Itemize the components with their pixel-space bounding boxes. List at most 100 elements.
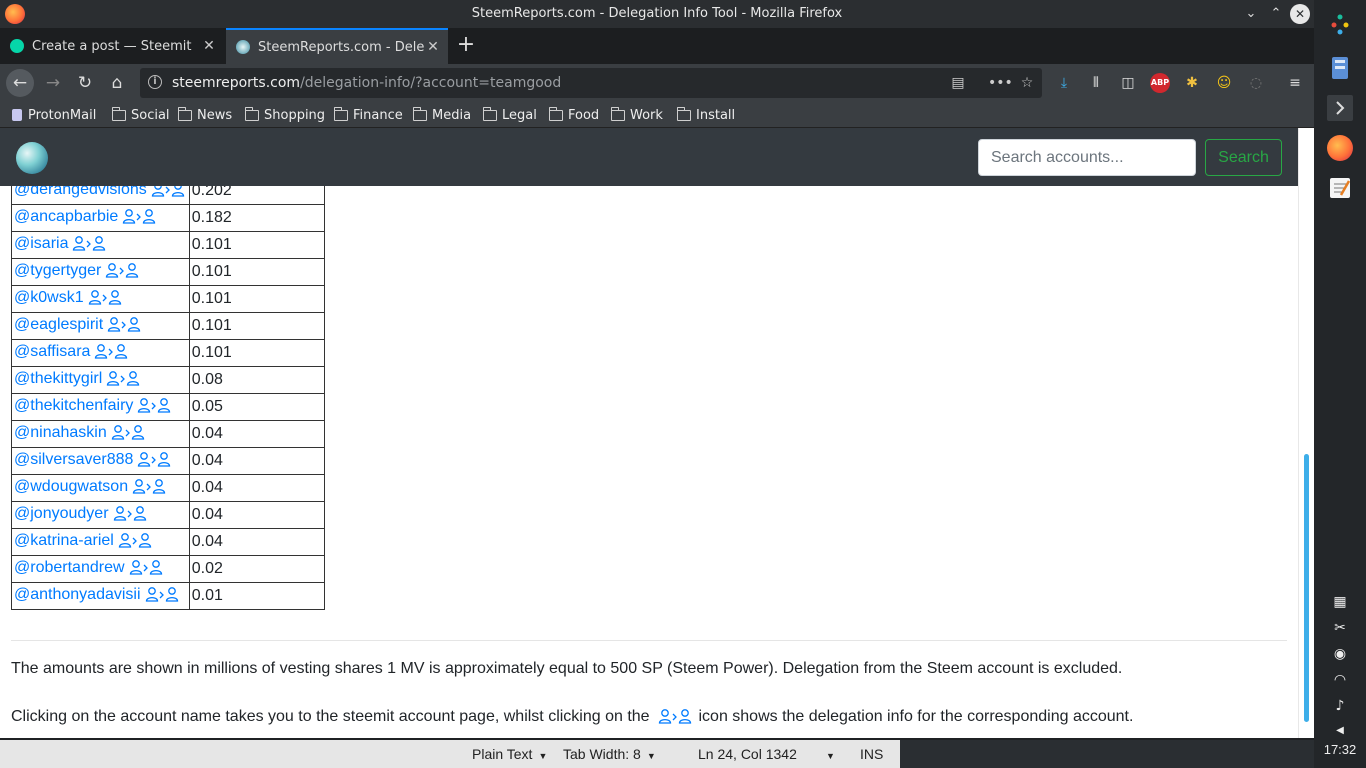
account-link[interactable]: @k0wsk1 (14, 289, 84, 306)
bookmark-protonmail[interactable]: ProtonMail (12, 106, 96, 124)
search-accounts-input[interactable] (978, 139, 1196, 176)
site-info-icon[interactable]: i (148, 75, 162, 89)
text-editor-task-icon[interactable] (1327, 175, 1353, 201)
downloads-icon[interactable]: ⤓ (1054, 73, 1074, 93)
app-launcher-icon[interactable] (1327, 10, 1353, 36)
folder-icon (413, 106, 427, 121)
reader-view-icon[interactable]: ▤ (948, 73, 968, 93)
discord-icon[interactable]: ◉ (1331, 645, 1349, 663)
tab-steemreports[interactable]: SteemReports.com - Deleg ✕ (226, 28, 448, 64)
amount-cell: 0.04 (188, 474, 325, 502)
delegation-info-icon[interactable] (118, 532, 154, 553)
sidebar-icon[interactable]: ◫ (1118, 73, 1138, 93)
tray-expand-icon[interactable]: ◀ (1331, 722, 1349, 740)
delegation-info-icon[interactable] (107, 316, 143, 337)
account-link[interactable]: @eaglespirit (14, 316, 103, 333)
search-button[interactable]: Search (1205, 139, 1282, 176)
extension-icon[interactable]: ✱ (1182, 73, 1202, 93)
scissors-icon[interactable]: ✂ (1331, 619, 1349, 637)
account-link[interactable]: @ancapbarbie (14, 208, 118, 225)
delegation-info-icon[interactable] (145, 586, 181, 607)
cursor-position-dropdown-icon[interactable]: ▼ (820, 746, 835, 762)
url-bar[interactable]: i steemreports.com/delegation-info/?acco… (140, 68, 1042, 98)
account-link[interactable]: @isaria (14, 235, 68, 252)
pager-icon[interactable] (1327, 55, 1353, 81)
reload-button[interactable]: ↻ (71, 69, 99, 97)
page-scrollbar[interactable] (1298, 128, 1314, 738)
url-text[interactable]: steemreports.com/delegation-info/?accoun… (172, 75, 561, 91)
bookmark-star-icon[interactable]: ☆ (1017, 73, 1037, 93)
delegation-info-icon[interactable] (94, 343, 130, 364)
bookmark-folder-food[interactable]: Food (549, 106, 599, 124)
desktop-panel: ▦ ✂ ◉ ◠ ♪ ◀ 17:32 (1314, 0, 1366, 768)
emoji-extension-icon[interactable]: ☺ (1214, 73, 1234, 93)
tab-width-selector[interactable]: Tab Width: 8 ▼ (563, 746, 656, 762)
amount-cell: 0.04 (188, 447, 325, 475)
account-link[interactable]: @ninahaskin (14, 424, 107, 441)
account-link[interactable]: @saffisara (14, 343, 90, 360)
dropdown-arrow-icon: ▼ (538, 751, 548, 761)
clock[interactable]: 17:32 (1314, 742, 1366, 757)
bookmark-folder-social[interactable]: Social (112, 106, 170, 124)
delegation-info-icon[interactable] (129, 559, 165, 580)
page-actions-icon[interactable]: ••• (988, 73, 1013, 93)
account-link[interactable]: @wdougwatson (14, 478, 128, 495)
mode-selector[interactable]: Plain Text ▼ (472, 746, 547, 762)
bookmark-folder-install[interactable]: Install (677, 106, 735, 124)
account-link[interactable]: @robertandrew (14, 559, 125, 576)
tab-label: Create a post — Steemit (32, 38, 192, 54)
bookmark-folder-news[interactable]: News (178, 106, 232, 124)
site-navbar: Search (0, 128, 1298, 186)
delegation-info-icon[interactable] (137, 397, 173, 418)
account-link[interactable]: @katrina-ariel (14, 532, 114, 549)
close-window-button[interactable]: ✕ (1290, 4, 1310, 24)
forward-button[interactable]: → (39, 69, 67, 97)
delegation-info-icon[interactable] (113, 505, 149, 526)
firefox-task-icon[interactable] (1327, 135, 1353, 161)
delegation-info-icon[interactable] (122, 208, 158, 229)
account-link[interactable]: @thekitchenfairy (14, 397, 133, 414)
table-row: @thekitchenfairy 0.05 (11, 393, 325, 421)
amount-cell: 0.04 (188, 501, 325, 529)
close-tab-icon[interactable]: ✕ (424, 39, 442, 55)
bookmark-folder-media[interactable]: Media (413, 106, 471, 124)
maximize-button[interactable]: ⌃ (1266, 4, 1286, 24)
new-tab-button[interactable]: + (454, 32, 478, 60)
delegation-info-icon[interactable] (137, 451, 173, 472)
bookmark-folder-shopping[interactable]: Shopping (245, 106, 325, 124)
bookmark-folder-work[interactable]: Work (611, 106, 663, 124)
menu-icon[interactable]: ≡ (1285, 73, 1305, 93)
clipboard-icon[interactable]: ▦ (1331, 593, 1349, 611)
delegation-info-icon[interactable] (106, 370, 142, 391)
minimize-button[interactable]: ⌄ (1241, 4, 1261, 24)
site-logo[interactable] (16, 142, 48, 174)
delegation-info-icon[interactable] (105, 262, 141, 283)
bookmark-folder-legal[interactable]: Legal (483, 106, 537, 124)
volume-icon[interactable]: ♪ (1331, 697, 1349, 715)
tab-create-post[interactable]: Create a post — Steemit ✕ (0, 28, 224, 64)
home-button[interactable]: ⌂ (103, 69, 131, 97)
back-button[interactable]: ← (6, 69, 34, 97)
amount-cell: 0.101 (188, 258, 325, 286)
delegation-info-icon[interactable] (72, 235, 108, 256)
account-link[interactable]: @tygertyger (14, 262, 101, 279)
delegation-info-icon[interactable] (88, 289, 124, 310)
delegation-info-icon[interactable] (111, 424, 147, 445)
account-link[interactable]: @thekittygirl (14, 370, 102, 387)
adblock-plus-icon[interactable]: ABP (1150, 73, 1170, 93)
account-link[interactable]: @silversaver888 (14, 451, 133, 468)
cursor-position[interactable]: Ln 24, Col 1342 (698, 746, 797, 762)
library-icon[interactable]: ⫴ (1086, 73, 1106, 93)
insert-mode[interactable]: INS (860, 746, 883, 762)
sync-extension-icon[interactable]: ◌ (1246, 73, 1266, 93)
folder-icon (483, 106, 497, 121)
close-tab-icon[interactable]: ✕ (200, 38, 218, 54)
scrollbar-thumb[interactable] (1304, 454, 1309, 722)
amount-cell: 0.02 (188, 555, 325, 583)
expand-panel-icon[interactable] (1327, 95, 1353, 121)
account-link[interactable]: @jonyoudyer (14, 505, 109, 522)
delegation-info-icon[interactable] (132, 478, 168, 499)
bookmark-folder-finance[interactable]: Finance (334, 106, 403, 124)
wifi-icon[interactable]: ◠ (1331, 671, 1349, 689)
account-link[interactable]: @anthonyadavisii (14, 586, 141, 603)
